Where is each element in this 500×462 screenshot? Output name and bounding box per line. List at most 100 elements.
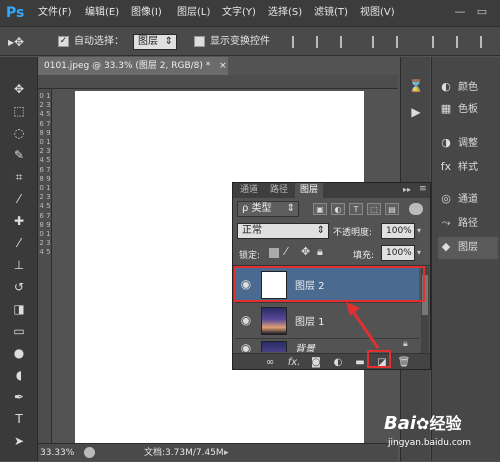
align-left-icon[interactable] [372,36,386,48]
filter-shape-icon[interactable]: ⬚ [367,203,381,215]
document-tab[interactable]: 0101.jpeg @ 33.3% (图层 2, RGB/8) * × [38,57,228,75]
healing-brush-tool-icon[interactable]: ✚ [8,211,30,231]
opacity-input[interactable]: 100% [381,223,415,239]
visibility-eye-icon[interactable]: ◉ [239,313,253,327]
lasso-tool-icon[interactable]: ◌ [8,123,30,143]
path-select-tool-icon[interactable]: ➤ [8,431,30,451]
minimize-button[interactable]: — [452,4,468,20]
opacity-slider-arrow-icon[interactable]: ▾ [417,226,421,235]
trash-icon[interactable]: 🗑︎ [397,356,411,370]
fill-input[interactable]: 100% [381,245,415,261]
brush-tool-icon[interactable]: ⁄ [8,233,30,253]
align-hcenter-icon[interactable] [396,36,410,48]
status-menu-arrow-icon[interactable]: ▸ [224,444,229,462]
filter-type-icon[interactable]: T [349,203,363,215]
options-bar: ▸✥ ✓ 自动选择： 图层 ⇕ 显示变换控件 [0,26,500,56]
move-tool-preset-icon[interactable]: ▸✥ [8,34,38,50]
lock-image-icon[interactable]: ⁄ [285,245,287,258]
layer-name-layer1[interactable]: 图层 1 [295,313,325,328]
eyedropper-tool-icon[interactable]: ⁄ [8,189,30,209]
watermark-brand-text: Bai [384,413,417,434]
filter-smartobject-icon[interactable]: ▤ [385,203,399,215]
menu-view[interactable]: 视图(V) [360,0,395,26]
gradient-tool-icon[interactable]: ▭ [8,321,30,341]
close-tab-icon[interactable]: × [219,61,227,71]
panel-menu-icon[interactable]: ≡ [419,184,427,194]
dock-adjustments[interactable]: ◑ 调整 [438,133,478,155]
history-brush-tool-icon[interactable]: ↺ [8,277,30,297]
distribute-center-icon[interactable] [456,36,470,48]
tools-panel: ✥ ⬚ ◌ ✎ ⌗ ⁄ ✚ ⁄ ⊥ ↺ ◨ ▭ ● ◖ ✒ T ➤ [0,57,38,461]
menu-type[interactable]: 文字(Y) [222,0,256,26]
dodge-tool-icon[interactable]: ◖ [8,365,30,385]
dock-color[interactable]: ◐ 颜色 [438,77,478,99]
tab-layers[interactable]: 图层 [295,183,323,198]
swatches-icon: ▦ [440,102,452,115]
layer-row-background[interactable]: ◉ 背景 🔒︎ [235,339,419,352]
adjustments-icon: ◑ [441,136,451,149]
zoom-level[interactable]: 33.33% [40,444,74,462]
dock-swatches-label: 色板 [458,104,478,115]
history-panel-icon[interactable]: ⌛ [407,79,425,95]
dock-channels[interactable]: ◎ 通道 [438,189,478,211]
move-tool-icon[interactable]: ✥ [8,79,30,99]
dock-paths[interactable]: ⤳ 路径 [438,213,478,235]
fill-slider-arrow-icon[interactable]: ▾ [417,248,421,257]
eraser-tool-icon[interactable]: ◨ [8,299,30,319]
align-bottom-icon[interactable] [340,36,354,48]
auto-select-dropdown[interactable]: 图层 ⇕ [133,34,177,50]
dock-swatches[interactable]: ▦ 色板 [438,99,478,121]
visibility-eye-icon[interactable]: ◉ [239,341,253,352]
maximize-button[interactable]: ▭ [474,4,490,20]
status-info-icon[interactable] [84,447,95,458]
dock-styles[interactable]: fx 样式 [438,157,478,179]
fill-label: 填充: [353,251,375,261]
group-folder-icon[interactable]: ▬ [353,356,367,370]
document-tab-title: 0101.jpeg @ 33.3% (图层 2, RGB/8) * [44,61,211,71]
annotation-arrow [346,302,380,349]
menu-image[interactable]: 图像(I) [131,0,162,26]
distribute-left-icon[interactable] [432,36,446,48]
pen-tool-icon[interactable]: ✒ [8,387,30,407]
panel-collapse-icon[interactable]: ▸▸ [403,185,411,194]
highlight-layer2-box [234,266,425,302]
layer-filter-dropdown[interactable]: ρ 类型 ⇕ [237,201,299,217]
clone-stamp-tool-icon[interactable]: ⊥ [8,255,30,275]
filter-pixel-icon[interactable]: ▣ [313,203,327,215]
menu-filter[interactable]: 滤镜(T) [314,0,348,26]
adjustment-layer-icon[interactable]: ◐ [331,356,345,370]
distribute-right-icon[interactable] [480,36,494,48]
quick-select-tool-icon[interactable]: ✎ [8,145,30,165]
tab-channels[interactable]: 通道 [235,183,263,198]
horizontal-ruler[interactable] [38,75,398,89]
dock-styles-label: 样式 [458,162,478,173]
menu-edit[interactable]: 编辑(E) [85,0,119,26]
blur-tool-icon[interactable]: ● [8,343,30,363]
crop-tool-icon[interactable]: ⌗ [8,167,30,187]
align-top-icon[interactable] [292,36,306,48]
actions-panel-icon[interactable]: ▶ [407,105,425,121]
mask-icon[interactable]: ◙ [309,356,323,370]
dock-layers[interactable]: ◆ 图层 [438,237,498,259]
menu-select[interactable]: 选择(S) [268,0,302,26]
show-transform-checkbox[interactable] [194,36,205,47]
lock-position-icon[interactable]: ✥ [301,245,310,258]
filter-adjustment-icon[interactable]: ◐ [331,203,345,215]
lock-all-icon[interactable]: 🔒︎ [317,245,323,259]
layers-bottom-bar: ∞ fx. ◙ ◐ ▬ ◪ 🗑︎ [233,353,430,369]
filter-toggle-icon[interactable] [409,203,423,215]
link-icon[interactable]: ∞ [263,356,277,370]
align-vcenter-icon[interactable] [316,36,330,48]
marquee-tool-icon[interactable]: ⬚ [8,101,30,121]
dock-paths-label: 路径 [458,218,478,229]
type-tool-icon[interactable]: T [8,409,30,429]
fx-icon[interactable]: fx. [287,356,301,370]
layer-row-layer1[interactable]: ◉ 图层 1 [235,303,419,339]
lock-transparent-icon[interactable] [269,248,279,258]
menu-file[interactable]: 文件(F) [38,0,72,26]
auto-select-checkbox[interactable]: ✓ [58,36,69,47]
menu-layer[interactable]: 图层(L) [177,0,210,26]
tab-paths[interactable]: 路径 [265,183,293,198]
layer-name-background[interactable]: 背景 [295,340,315,352]
blend-mode-dropdown[interactable]: 正常 ⇕ [237,223,329,239]
